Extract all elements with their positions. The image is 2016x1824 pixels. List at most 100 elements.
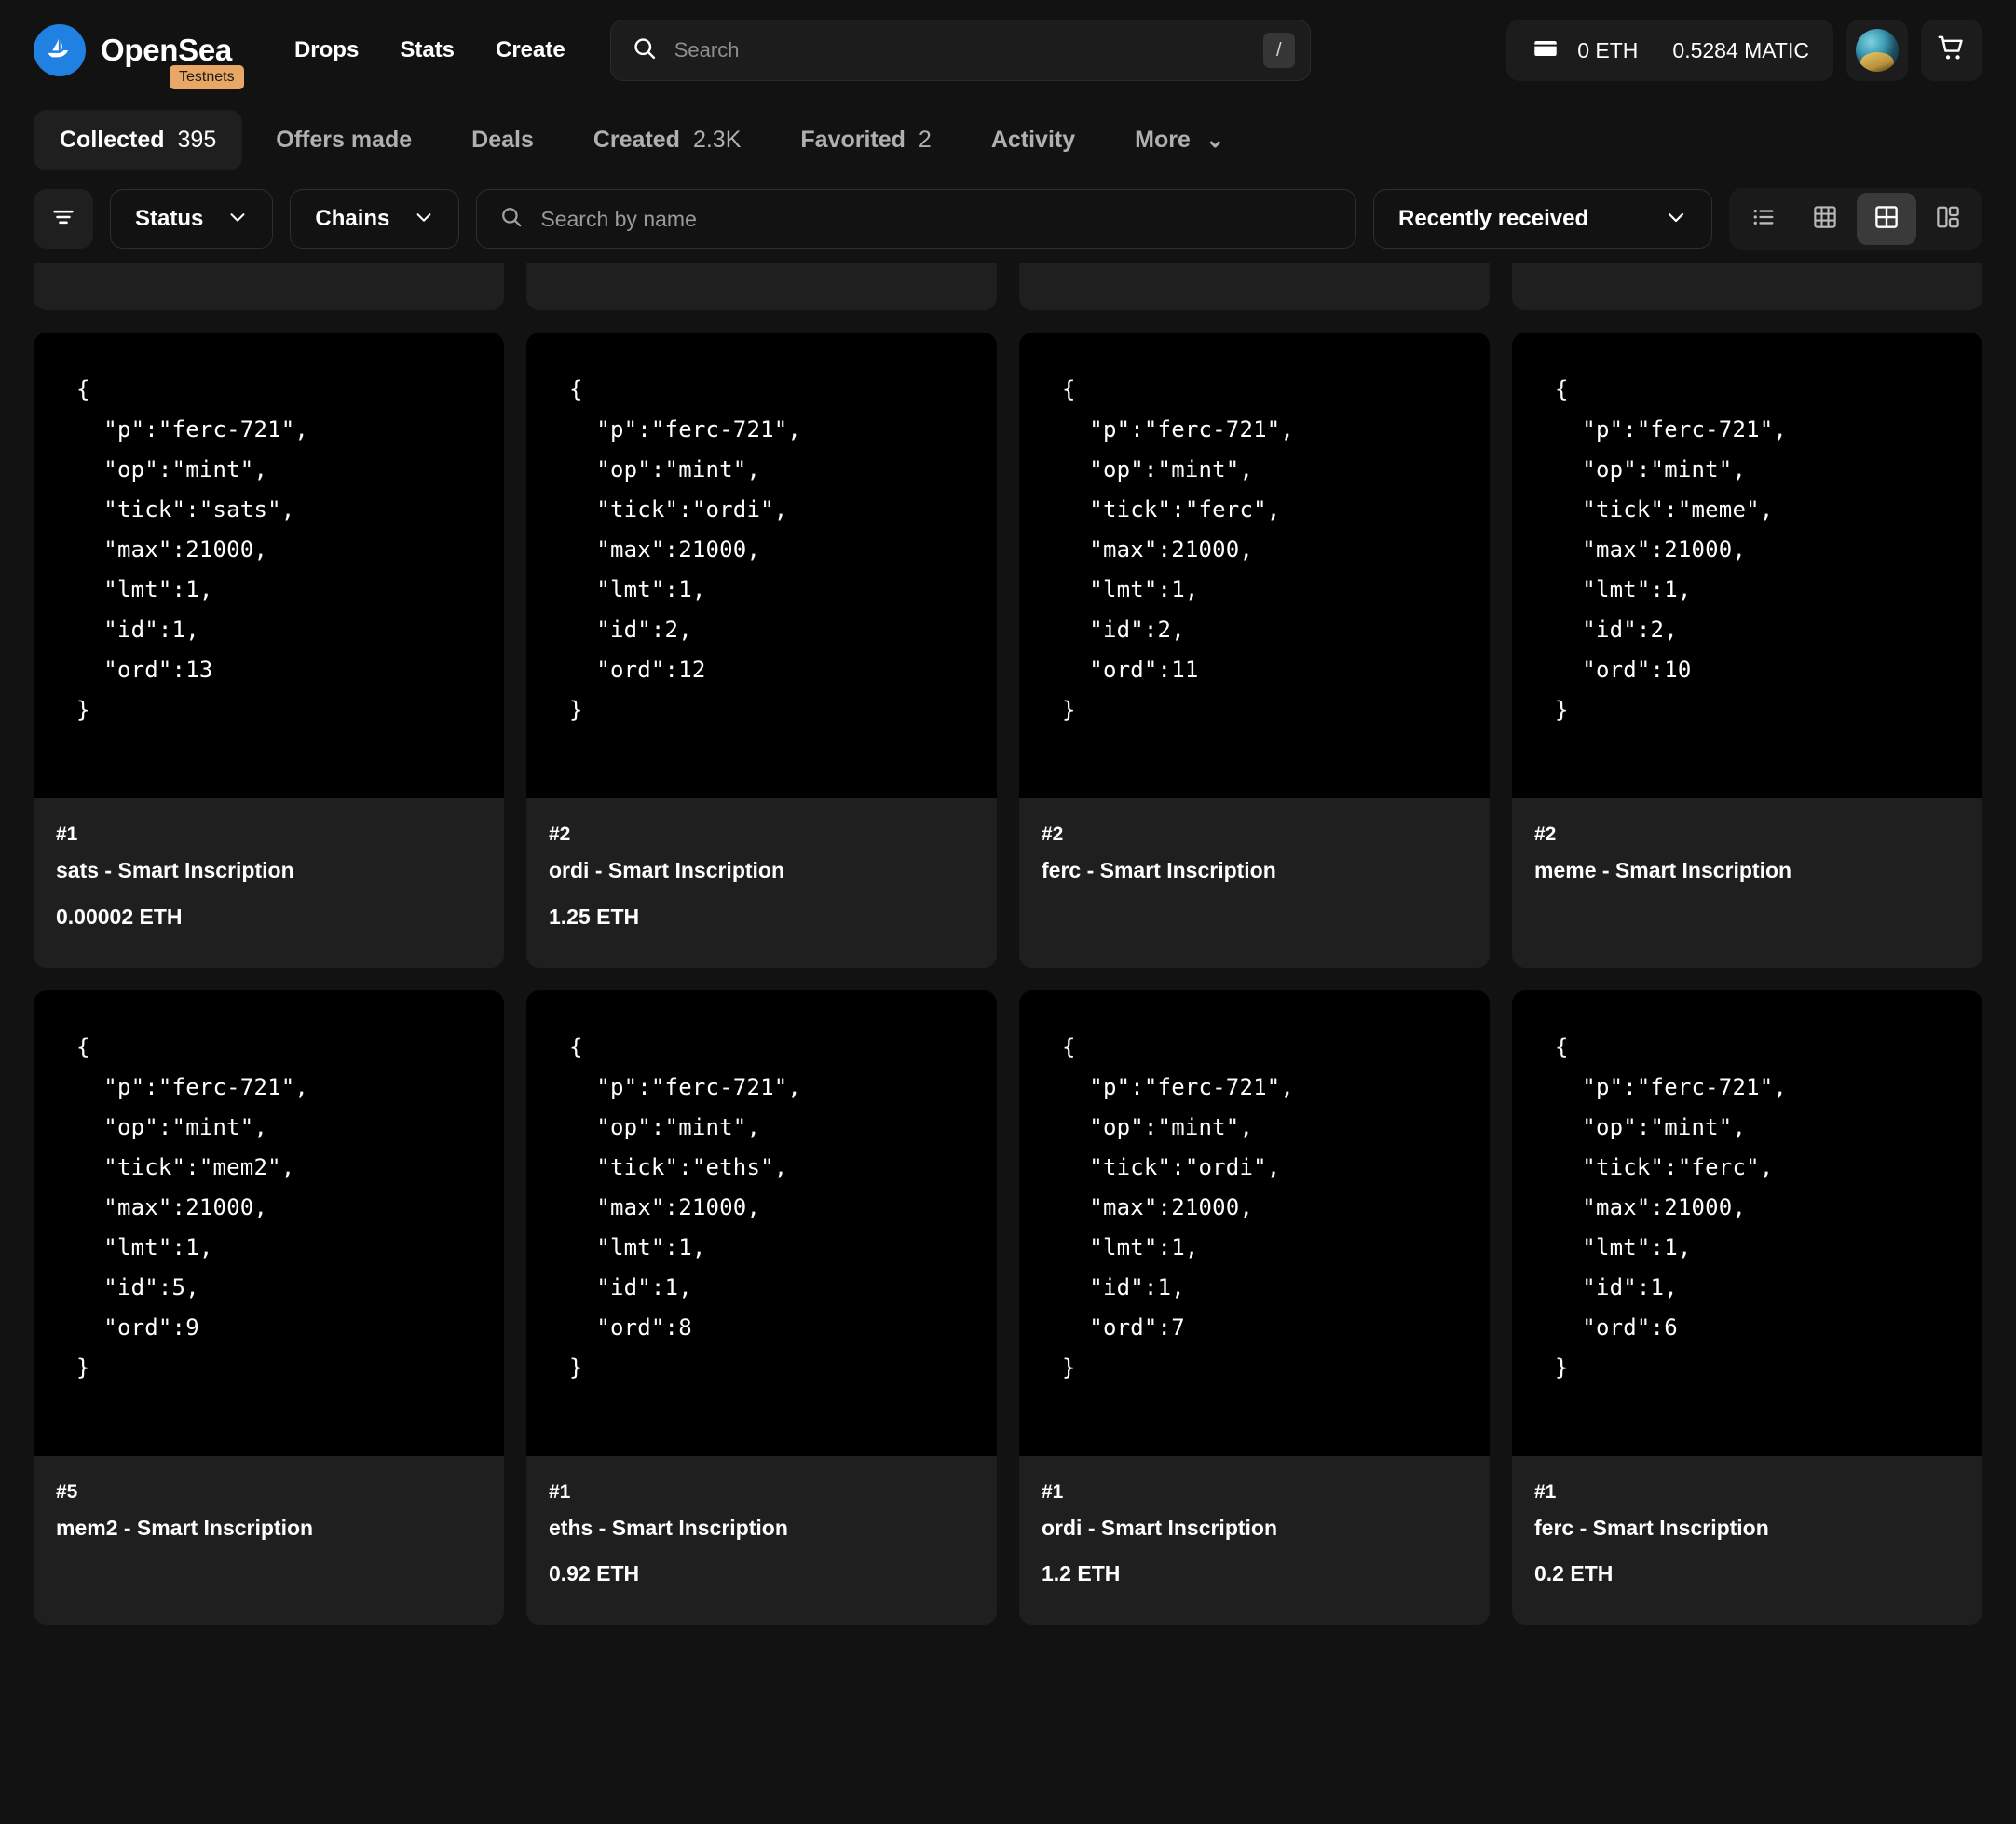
tab-collected[interactable]: Collected 395: [34, 109, 243, 170]
nft-card-info: #2 eths - Smart Inscription: [1512, 263, 1982, 310]
nft-card-media: { "p":"ferc-721", "op":"mint", "tick":"f…: [1512, 989, 1982, 1456]
avatar: [1856, 29, 1899, 72]
global-search-input[interactable]: [674, 38, 1246, 62]
view-mode-detail-button[interactable]: [1918, 193, 1978, 245]
nft-card[interactable]: { "p":"ferc-721", "op":"mint", "tick":"o…: [1019, 989, 1490, 1626]
view-mode-list-button[interactable]: [1734, 193, 1793, 245]
nav-link-stats[interactable]: Stats: [400, 37, 455, 63]
view-mode-small-grid-button[interactable]: [1795, 193, 1855, 245]
nft-card-token-id: #1: [56, 824, 78, 845]
tab-offers-made-label: Offers made: [276, 126, 413, 153]
inscription-code: { "p":"ferc-721", "op":"mint", "tick":"s…: [76, 376, 309, 723]
tab-favorited[interactable]: Favorited 2: [774, 110, 957, 170]
tab-deals-label: Deals: [471, 126, 534, 153]
inscription-code: { "p":"ferc-721", "op":"mint", "tick":"m…: [76, 1033, 309, 1381]
chevron-down-icon: [1665, 206, 1687, 233]
eth-balance: 0 ETH: [1577, 37, 1639, 62]
nft-card-info: #2 ordi - Smart Inscription 1.25 ETH: [526, 798, 997, 968]
nft-card-token-id: #1: [549, 1480, 571, 1503]
nft-card[interactable]: #4 meme - Smart Inscription: [526, 263, 997, 310]
inscription-code: { "p":"ferc-721", "op":"mint", "tick":"f…: [1555, 1033, 1788, 1381]
nft-card-info: #5 mem2 - Smart Inscription: [34, 1456, 504, 1617]
inscription-code: { "p":"ferc-721", "op":"mint", "tick":"o…: [569, 376, 802, 723]
sort-dropdown-label: Recently received: [1398, 206, 1589, 231]
search-icon: [632, 35, 658, 66]
name-search-field[interactable]: [476, 189, 1356, 249]
account-avatar-button[interactable]: [1846, 20, 1908, 81]
nav-link-drops[interactable]: Drops: [294, 37, 359, 63]
large-grid-view-icon: [1873, 203, 1900, 236]
nft-card-media: { "p":"ferc-721", "op":"mint", "tick":"o…: [1019, 989, 1490, 1456]
nft-card-token-id: #2: [549, 824, 571, 845]
inscription-code: { "p":"ferc-721", "op":"mint", "tick":"m…: [1555, 376, 1788, 723]
brand-name: OpenSea: [101, 33, 232, 67]
nft-card-info: #4 meme - Smart Inscription: [526, 263, 997, 310]
nft-card-info: #2 sats - Smart Inscription: [34, 263, 504, 310]
tab-collected-count: 395: [177, 126, 217, 153]
wallet-balance-pill[interactable]: 0 ETH 0.5284 MATIC: [1506, 20, 1833, 81]
nft-card[interactable]: #2 eths - Smart Inscription: [1512, 263, 1982, 310]
nft-card-media: { "p":"ferc-721", "op":"mint", "tick":"s…: [34, 333, 504, 798]
nft-card[interactable]: { "p":"ferc-721", "op":"mint", "tick":"m…: [34, 989, 504, 1626]
filter-toggle-button[interactable]: [34, 189, 93, 249]
chains-filter-label: Chains: [315, 206, 390, 231]
top-navigation-bar: OpenSea Testnets Drops Stats Create / 0 …: [0, 0, 2016, 101]
testnets-badge: Testnets: [170, 65, 244, 90]
top-bar-right-cluster: 0 ETH 0.5284 MATIC: [1506, 20, 1982, 81]
sort-dropdown[interactable]: Recently received: [1373, 189, 1712, 249]
nft-card-title: ferc - Smart Inscription: [1042, 858, 1276, 883]
collected-items-viewport[interactable]: #2 sats - Smart Inscription #4 meme - Sm…: [0, 263, 2016, 1790]
nft-card-media: { "p":"ferc-721", "op":"mint", "tick":"m…: [34, 989, 504, 1456]
status-filter-label: Status: [135, 206, 204, 231]
search-shortcut-key: /: [1262, 33, 1295, 68]
cart-button[interactable]: [1921, 20, 1982, 81]
nft-card[interactable]: { "p":"ferc-721", "op":"mint", "tick":"o…: [526, 333, 997, 968]
nft-card-media: { "p":"ferc-721", "op":"mint", "tick":"o…: [526, 333, 997, 798]
brand-logo[interactable]: OpenSea Testnets: [34, 24, 244, 90]
nft-card[interactable]: { "p":"ferc-721", "op":"mint", "tick":"e…: [526, 989, 997, 1626]
nft-card[interactable]: { "p":"ferc-721", "op":"mint", "tick":"m…: [1512, 333, 1982, 968]
tab-more[interactable]: More ⌄: [1109, 109, 1251, 170]
nft-card-token-id: #1: [1534, 1480, 1557, 1503]
nft-card-media: { "p":"ferc-721", "op":"mint", "tick":"f…: [1019, 333, 1490, 798]
nft-card-price: 1.2 ETH: [1042, 1561, 1121, 1586]
nft-card-title: mem2 - Smart Inscription: [56, 1515, 314, 1540]
tab-created-count: 2.3K: [692, 126, 742, 153]
view-mode-large-grid-button[interactable]: [1857, 193, 1916, 245]
tab-created-label: Created: [593, 126, 680, 153]
name-search-input[interactable]: [540, 206, 1333, 232]
tab-more-label: More: [1135, 126, 1191, 153]
nft-card-price: 1.25 ETH: [549, 904, 640, 929]
inscription-code: { "p":"ferc-721", "op":"mint", "tick":"o…: [1062, 1033, 1295, 1381]
nft-card[interactable]: { "p":"ferc-721", "op":"mint", "tick":"s…: [34, 333, 504, 968]
nft-card-token-id: #2: [1534, 824, 1557, 845]
status-filter-dropdown[interactable]: Status: [110, 189, 274, 249]
chevron-down-icon: [227, 207, 248, 232]
chains-filter-dropdown[interactable]: Chains: [290, 189, 460, 249]
nft-card-title: ferc - Smart Inscription: [1534, 1515, 1769, 1540]
nft-card-price: 0.92 ETH: [549, 1561, 640, 1586]
nft-card-title: meme - Smart Inscription: [1534, 858, 1792, 883]
view-mode-switcher: [1729, 188, 1982, 250]
tab-favorited-label: Favorited: [800, 126, 906, 153]
nft-card[interactable]: { "p":"ferc-721", "op":"mint", "tick":"f…: [1512, 989, 1982, 1626]
tab-created[interactable]: Created 2.3K: [567, 110, 768, 170]
nft-card-price: 0.00002 ETH: [56, 904, 183, 929]
matic-balance: 0.5284 MATIC: [1672, 37, 1809, 62]
global-search-bar[interactable]: /: [609, 20, 1311, 81]
detail-view-icon: [1934, 203, 1962, 236]
tab-deals[interactable]: Deals: [445, 110, 560, 170]
nav-link-create[interactable]: Create: [496, 37, 565, 63]
small-grid-view-icon: [1811, 203, 1839, 236]
chevron-down-icon: ⌄: [1205, 127, 1225, 153]
nft-card-info: #2 ferc - Smart Inscription: [1019, 798, 1490, 960]
nft-card[interactable]: #2 sats - Smart Inscription: [34, 263, 504, 310]
primary-nav: Drops Stats Create: [294, 37, 565, 63]
filter-icon: [50, 204, 76, 235]
tab-offers-made[interactable]: Offers made: [250, 110, 438, 170]
nft-card-grid: #2 sats - Smart Inscription #4 meme - Sm…: [34, 263, 1982, 1626]
nft-card[interactable]: #3 meme - Smart Inscription: [1019, 263, 1490, 310]
tab-activity[interactable]: Activity: [965, 110, 1101, 170]
nft-card[interactable]: { "p":"ferc-721", "op":"mint", "tick":"f…: [1019, 333, 1490, 968]
nft-card-info: #1 eths - Smart Inscription 0.92 ETH: [526, 1456, 997, 1626]
